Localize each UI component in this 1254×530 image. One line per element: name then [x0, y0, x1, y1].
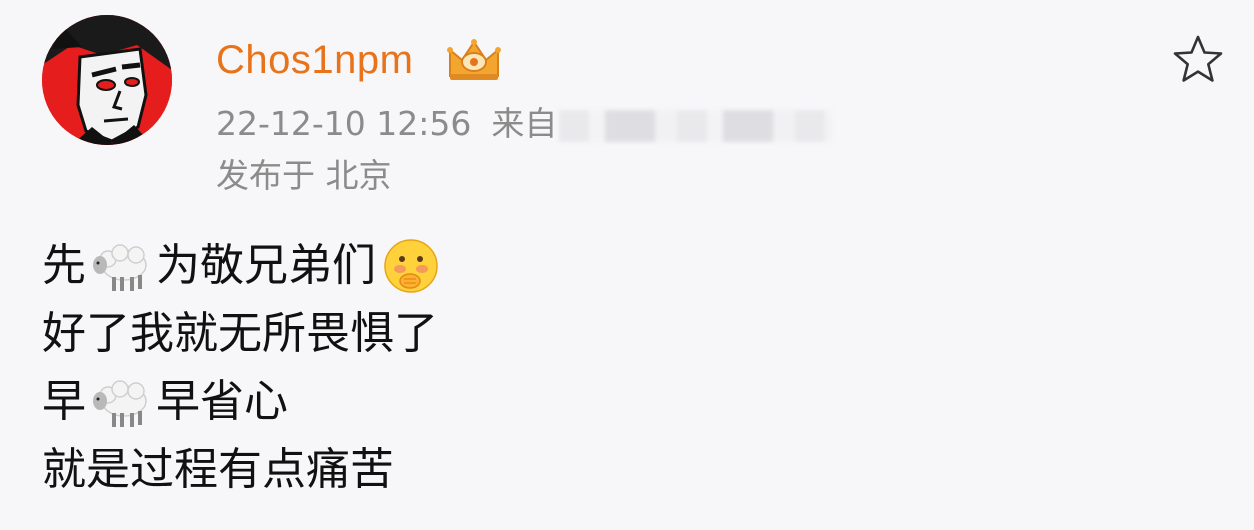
content-text: 为敬兄弟们 — [156, 240, 376, 291]
username[interactable]: Chos1npm — [216, 34, 413, 86]
post-timestamp: 22-12-10 12:56 — [216, 104, 472, 143]
sheep-emoji — [90, 371, 152, 433]
content-line-3: 早 早省心 — [42, 368, 446, 436]
content-text: 就是过程有点痛苦 — [42, 444, 394, 495]
avatar[interactable] — [42, 15, 172, 145]
star-outline-icon[interactable] — [1172, 34, 1224, 84]
content-text: 早省心 — [156, 376, 288, 427]
content-text: 早 — [42, 376, 86, 427]
source-prefix: 来自 — [491, 104, 558, 143]
shy-face-emoji — [380, 235, 442, 297]
content-line-2: 好了我就无所畏惧了 — [42, 300, 446, 368]
content-line-4: 就是过程有点痛苦 — [42, 436, 446, 504]
blurred-source — [559, 109, 834, 142]
content-text: 好了我就无所畏惧了 — [42, 308, 438, 359]
crown-badge-icon[interactable] — [446, 36, 502, 84]
content-line-1: 先 为敬兄弟们 — [42, 232, 446, 300]
post-content: 先 为敬兄弟们 好了我就无所畏惧了 早 早省心 就是过程有点痛苦 — [42, 232, 446, 504]
post-location: 发布于 北京 — [216, 156, 392, 195]
sheep-emoji — [90, 235, 152, 297]
post-meta: 22-12-10 12:56 来自 — [216, 102, 834, 146]
content-text: 先 — [42, 240, 86, 291]
weibo-post: Chos1npm 22-12-10 12:56 来自 发布于 北京 先 为敬兄弟… — [0, 0, 1254, 530]
